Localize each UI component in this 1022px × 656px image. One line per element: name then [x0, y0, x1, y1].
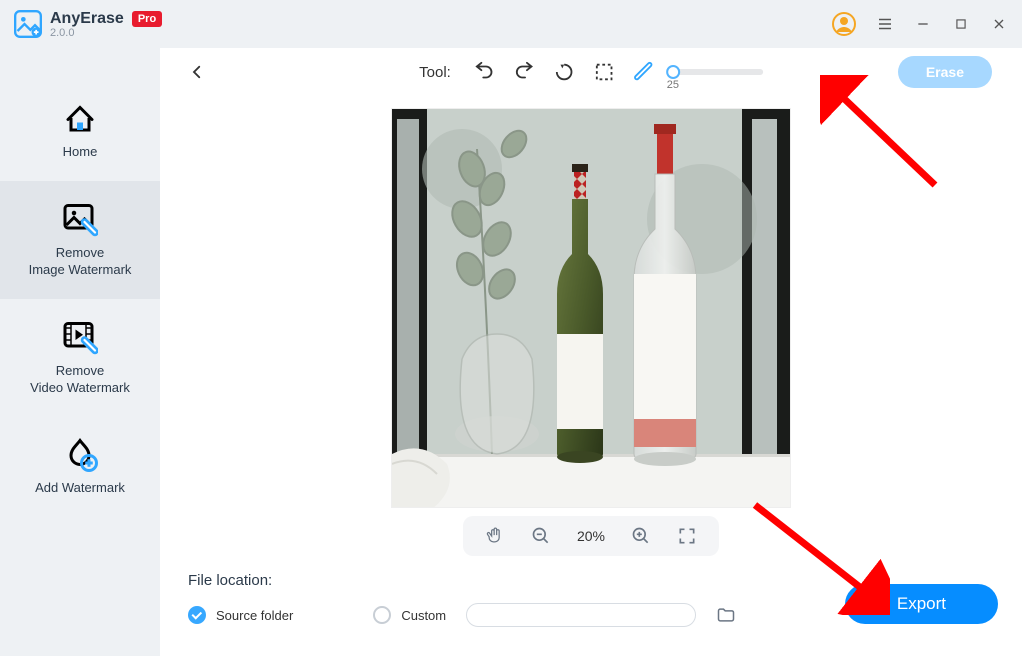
- erase-button[interactable]: Erase: [898, 56, 992, 88]
- source-folder-label: Source folder: [216, 608, 293, 623]
- app-name: AnyErase: [50, 10, 124, 28]
- zoom-out-icon[interactable]: [531, 526, 551, 546]
- sidebar-item-remove-video-watermark[interactable]: Remove Video Watermark: [0, 299, 160, 417]
- custom-path-input[interactable]: [466, 603, 696, 627]
- export-button[interactable]: Export: [845, 584, 998, 624]
- radio-custom[interactable]: [373, 606, 391, 624]
- sidebar-item-home[interactable]: Home: [0, 80, 160, 181]
- image-watermark-icon: [62, 201, 98, 237]
- minimize-icon[interactable]: [914, 15, 932, 33]
- add-watermark-icon: [62, 436, 98, 472]
- app-logo: [14, 10, 42, 38]
- brush-size-slider[interactable]: 25: [673, 69, 763, 75]
- back-button[interactable]: [184, 59, 210, 85]
- menu-icon[interactable]: [876, 15, 894, 33]
- sidebar-item-label: Remove Video Watermark: [30, 363, 130, 397]
- home-icon: [62, 100, 98, 136]
- hand-pan-icon[interactable]: [485, 526, 505, 546]
- selection-rect-icon[interactable]: [593, 61, 615, 83]
- pro-badge: Pro: [132, 11, 162, 27]
- canvas-area: 20%: [160, 96, 1022, 562]
- browse-folder-icon[interactable]: [716, 605, 736, 625]
- brush-icon[interactable]: [633, 61, 655, 83]
- zoom-level: 20%: [577, 528, 605, 544]
- sidebar-item-label: Add Watermark: [35, 480, 125, 497]
- video-watermark-icon: [62, 319, 98, 355]
- close-icon[interactable]: [990, 15, 1008, 33]
- radio-source-folder[interactable]: [188, 606, 206, 624]
- brush-size-value: 25: [667, 79, 679, 91]
- sidebar-item-label: Remove Image Watermark: [29, 245, 132, 279]
- sidebar-item-add-watermark[interactable]: Add Watermark: [0, 416, 160, 517]
- sidebar: Home Remove Image Watermark Remove Video…: [0, 48, 160, 656]
- reset-icon[interactable]: [553, 61, 575, 83]
- editor-toolbar: Tool: 25: [160, 48, 1022, 96]
- fullscreen-icon[interactable]: [677, 526, 697, 546]
- zoom-bar: 20%: [463, 516, 719, 556]
- export-panel: File location: Source folder Custom Expo…: [160, 562, 1022, 656]
- maximize-icon[interactable]: [952, 15, 970, 33]
- account-icon[interactable]: [832, 12, 856, 36]
- app-version: 2.0.0: [50, 27, 162, 39]
- image-canvas[interactable]: [391, 108, 791, 508]
- redo-icon[interactable]: [513, 61, 535, 83]
- sidebar-item-remove-image-watermark[interactable]: Remove Image Watermark: [0, 181, 160, 299]
- tool-label: Tool:: [419, 64, 451, 81]
- custom-label: Custom: [401, 608, 446, 623]
- sidebar-item-label: Home: [63, 144, 98, 161]
- undo-icon[interactable]: [473, 61, 495, 83]
- zoom-in-icon[interactable]: [631, 526, 651, 546]
